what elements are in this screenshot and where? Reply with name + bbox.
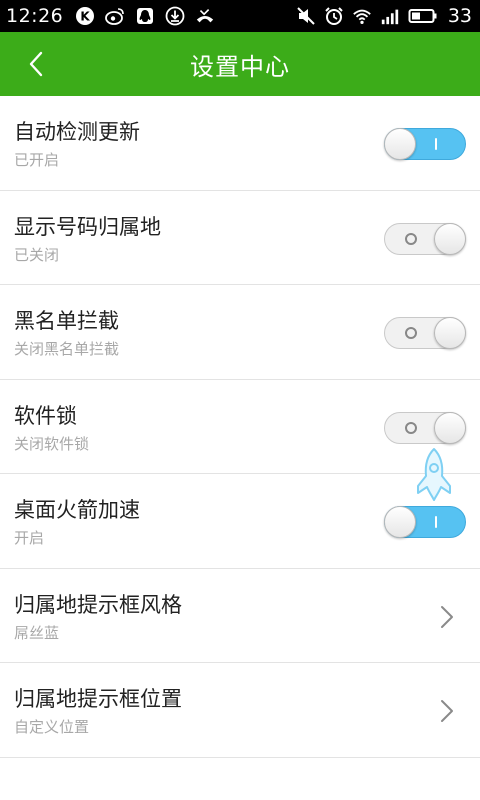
battery-icon [408,6,438,26]
toggle-off-mark [405,421,417,434]
setting-title: 归属地提示框风格 [14,592,182,617]
k-badge-icon: K [75,6,95,26]
setting-subtitle: 关闭软件锁 [14,434,90,453]
notification-icons: K [75,6,215,26]
setting-subtitle: 已关闭 [14,245,60,264]
setting-popup-style[interactable]: 归属地提示框风格 屌丝蓝 [0,568,480,663]
setting-title: 显示号码归属地 [14,214,161,239]
toggle-off-mark [405,327,417,339]
caller-location-toggle[interactable] [384,222,466,255]
toggle-knob [434,317,466,349]
chevron-right-icon [441,700,453,722]
setting-title: 归属地提示框位置 [14,687,182,711]
mute-icon [296,6,316,26]
alarm-icon [324,6,344,26]
toggle-off-mark [405,232,417,245]
signal-icon [380,6,400,26]
toggle-on-mark [435,516,437,528]
chevron-left-icon [29,51,43,77]
setting-title: 自动检测更新 [14,120,140,144]
setting-subtitle: 屌丝蓝 [14,623,60,642]
back-button[interactable] [14,42,58,86]
setting-subtitle: 开启 [14,529,45,547]
setting-title: 软件锁 [14,403,77,428]
setting-subtitle: 已开启 [14,151,60,169]
toggle-knob [434,411,466,444]
setting-subtitle: 自定义位置 [14,718,90,736]
toggle-knob [434,222,466,255]
status-bar: 12:26 K 33 [0,0,480,32]
qq-icon [135,6,155,26]
weibo-icon [105,6,125,26]
setting-subtitle: 关闭黑名单拦截 [14,340,120,358]
page-title: 设置中心 [190,52,290,81]
toggle-knob [384,506,416,538]
app-lock-toggle[interactable] [384,411,466,444]
setting-popup-position[interactable]: 归属地提示框位置 自定义位置 [0,663,480,758]
blacklist-toggle[interactable] [384,317,466,349]
setting-blacklist[interactable]: 黑名单拦截 关闭黑名单拦截 [0,285,480,380]
wifi-icon [352,6,372,26]
toggle-knob [384,128,416,160]
auto-update-toggle[interactable] [384,128,466,160]
desktop-rocket-toggle[interactable] [384,506,466,538]
status-time: 12:26 [6,5,64,27]
setting-auto-update[interactable]: 自动检测更新 已开启 [0,96,480,191]
title-bar: 设置中心 [0,32,480,96]
toggle-on-mark [435,138,437,150]
svg-text:K: K [81,10,91,24]
system-icons: 33 [296,5,472,27]
download-icon [165,6,185,26]
settings-list: 自动检测更新 已开启 显示号码归属地 已关闭 黑名单拦截 关闭黑名单拦截 软件锁… [0,96,480,758]
setting-title: 黑名单拦截 [14,309,119,333]
battery-level: 33 [447,5,472,27]
rocket-icon[interactable] [408,446,460,504]
setting-title: 桌面火箭加速 [14,498,140,522]
setting-caller-location[interactable]: 显示号码归属地 已关闭 [0,190,480,285]
chevron-right-icon [441,605,453,628]
missed-call-icon [195,6,215,26]
